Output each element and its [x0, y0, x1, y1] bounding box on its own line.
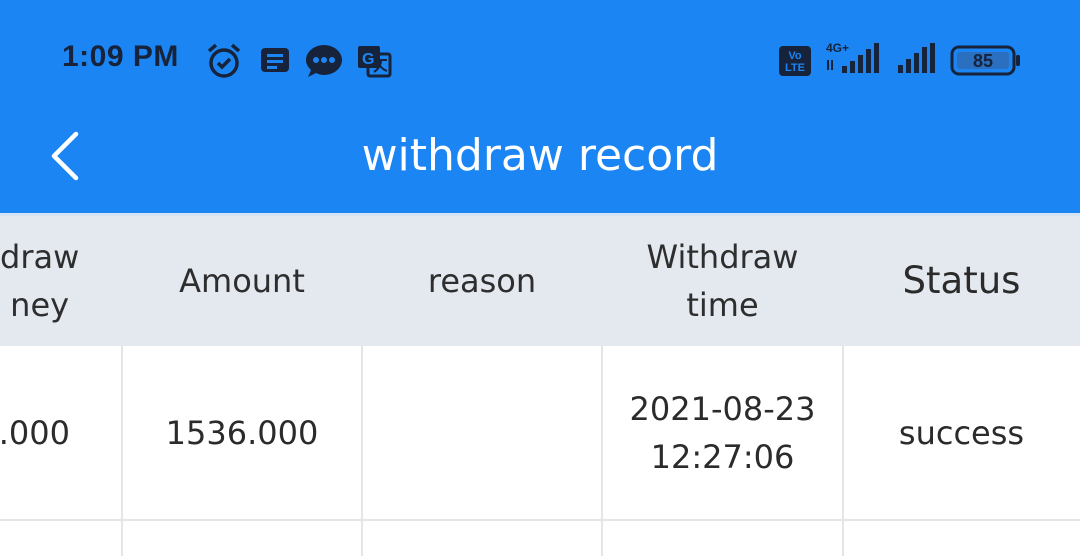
- column-header-amount: Amount: [122, 216, 362, 346]
- volte-badge-bottom: LTE: [785, 62, 805, 74]
- volte-badge-top: Vo: [788, 50, 802, 62]
- column-header-withdraw-money: draw ney: [0, 216, 122, 346]
- cell-reason: [362, 521, 602, 556]
- column-header-withdraw-time: Withdraw time: [602, 216, 843, 346]
- svg-text:G: G: [362, 51, 374, 68]
- column-header-line: Withdraw: [646, 238, 799, 276]
- translate-icon: G: [358, 46, 392, 78]
- column-header-label: Status: [902, 259, 1021, 302]
- page-title: withdraw record: [361, 130, 719, 181]
- app-header: 1:09 PM G Vo LTE 4G+ 85 withdraw record: [0, 0, 1080, 213]
- battery-level: 85: [973, 51, 993, 71]
- cell-status: [843, 521, 1080, 556]
- cell-withdraw-money: [0, 521, 70, 556]
- table-row[interactable]: [0, 521, 1080, 556]
- column-header-label: reason: [427, 262, 537, 300]
- column-divider: [121, 346, 123, 556]
- column-divider: [361, 346, 363, 556]
- withdraw-table: draw ney Amount reason Withdraw time Sta…: [0, 216, 1080, 556]
- messages-icon: [306, 45, 342, 77]
- cell-reason: [362, 346, 602, 519]
- status-time: 1:09 PM: [62, 40, 179, 73]
- cell-withdraw-time: 2021-08-23 12:27:06: [602, 346, 843, 519]
- cell-time-clock: 12:27:06: [650, 437, 795, 476]
- column-header-status: Status: [843, 216, 1080, 346]
- network-type: 4G+: [826, 41, 849, 55]
- notes-icon: [261, 48, 289, 72]
- alarm-icon: [207, 43, 241, 78]
- table-row[interactable]: 5.000 1536.000 2021-08-23 12:27:06 succe…: [0, 346, 1080, 519]
- cell-time-date: 2021-08-23: [629, 389, 816, 428]
- column-header-label: Amount: [179, 262, 305, 300]
- column-divider: [601, 346, 603, 556]
- cell-amount: 1536.000: [165, 413, 319, 452]
- cell-amount: [122, 521, 362, 556]
- signal-icon: 4G+: [826, 41, 879, 73]
- column-divider: [842, 346, 844, 556]
- cell-status: success: [898, 413, 1025, 452]
- signal-icon: [898, 43, 935, 73]
- volte-icon: Vo LTE: [779, 46, 811, 76]
- table-header: draw ney Amount reason Withdraw time Sta…: [0, 216, 1080, 346]
- cell-withdraw-time: [602, 521, 843, 556]
- battery-icon: 85: [950, 45, 1020, 76]
- cell-withdraw-money: 5.000: [0, 413, 70, 452]
- column-header-reason: reason: [362, 216, 602, 346]
- column-header-line: draw: [0, 238, 80, 276]
- column-header-line: time: [686, 286, 759, 324]
- column-header-line: ney: [10, 286, 70, 324]
